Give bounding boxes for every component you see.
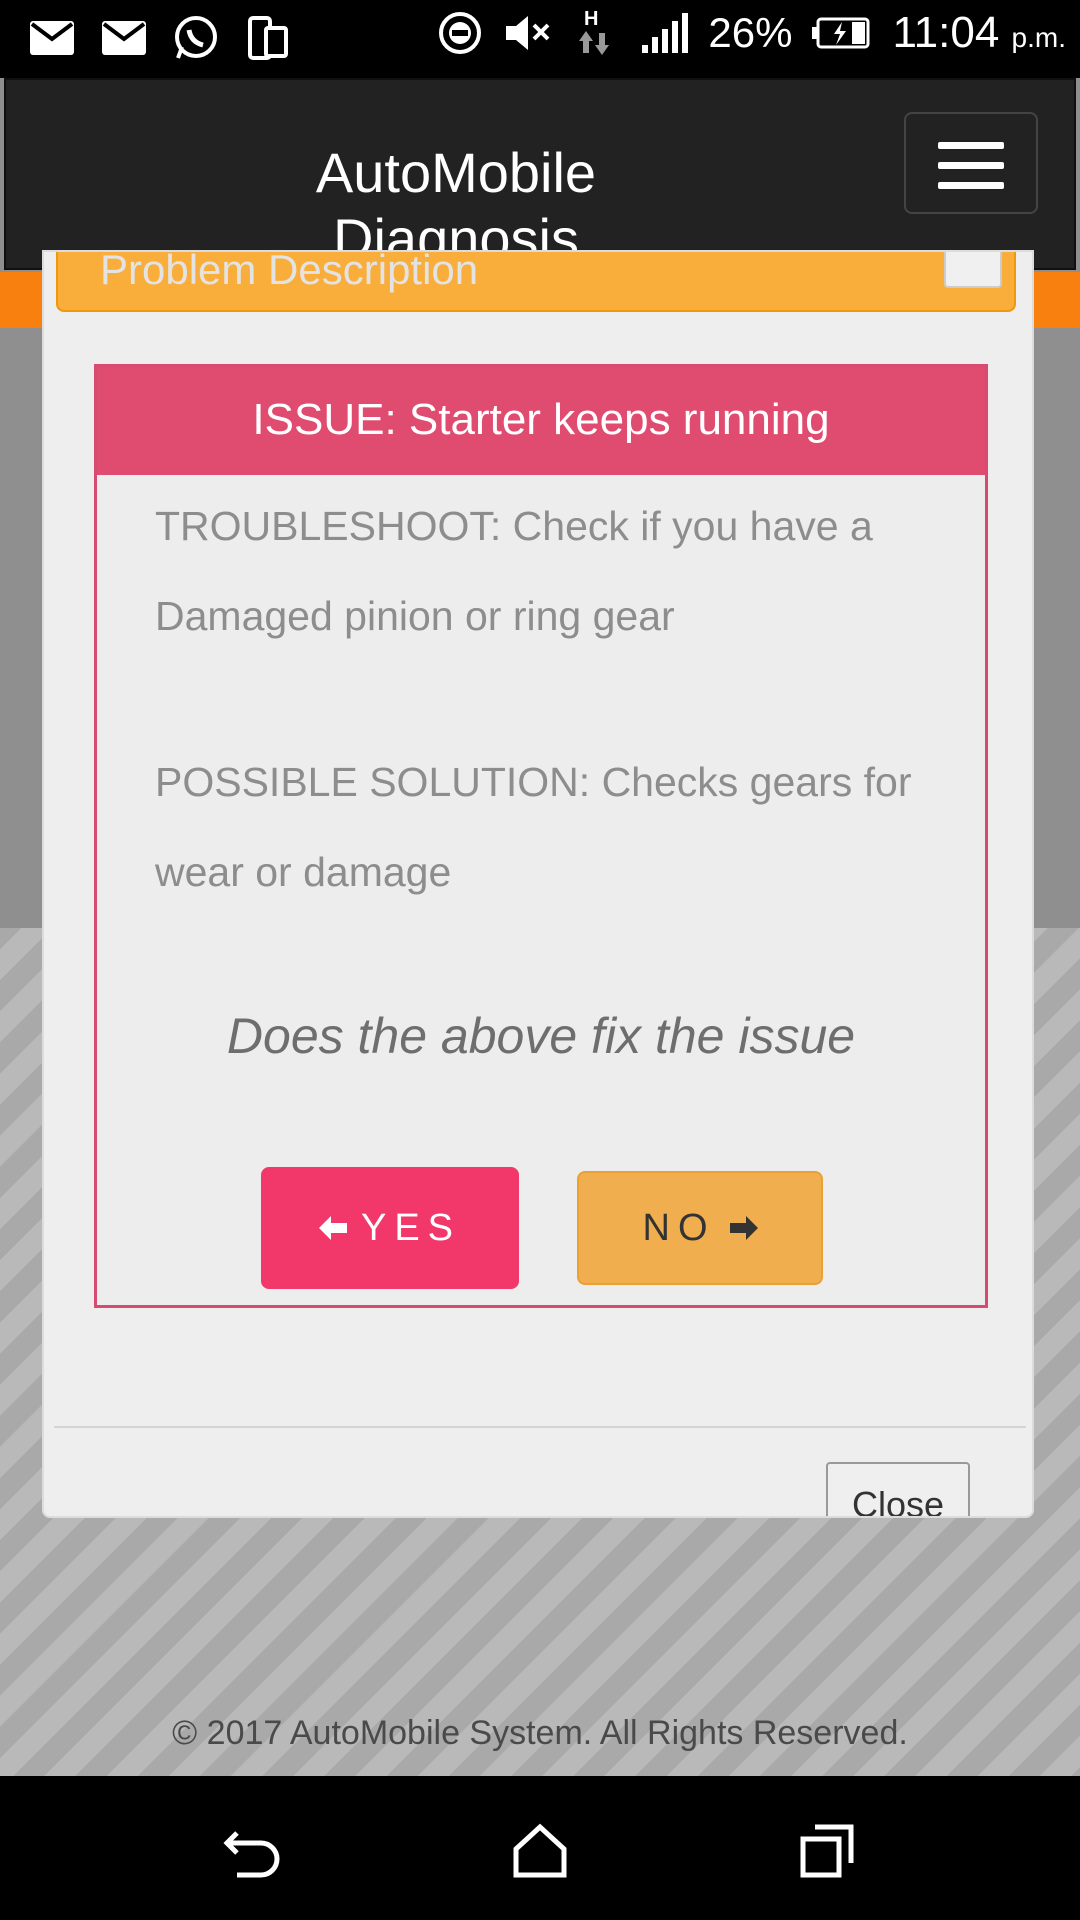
battery-percent: 26% <box>708 9 793 56</box>
network-type-icon: H <box>572 8 620 57</box>
arrow-left-icon <box>318 1216 347 1240</box>
status-bar: H 26% 11:04 p.m. <box>0 0 1080 78</box>
system-icons: H 26% 11:04 p.m. <box>436 8 1066 58</box>
menu-toggle-button[interactable] <box>904 112 1038 214</box>
gmail-icon <box>28 14 76 62</box>
close-button[interactable]: Close <box>826 1462 970 1516</box>
problem-checkbox[interactable] <box>944 252 1002 288</box>
home-icon[interactable] <box>505 1816 575 1886</box>
signal-icon <box>640 9 689 57</box>
device-icon <box>244 14 292 62</box>
fix-question: Does the above fix the issue <box>226 1008 856 1064</box>
whatsapp-icon <box>172 14 220 62</box>
footer-copyright: © 2017 AutoMobile System. All Rights Res… <box>172 1714 908 1752</box>
troubleshoot-text: TROUBLESHOOT: Check if you have a Damage… <box>155 503 873 639</box>
modal-footer-divider <box>54 1426 1026 1428</box>
arrow-right-icon <box>729 1216 758 1240</box>
issue-heading: ISSUE: Starter keeps running <box>97 367 985 475</box>
android-navigation-bar <box>0 1776 1080 1920</box>
navbar: AutoMobile Diagnosis <box>4 78 1076 270</box>
svg-text:H: H <box>584 8 598 30</box>
clock: 11:04 p.m. <box>892 8 1066 57</box>
no-button[interactable]: NO <box>577 1171 823 1285</box>
email-icon <box>100 14 148 62</box>
diagnosis-modal: Problem Description ISSUE: Starter keeps… <box>42 250 1034 1518</box>
mute-icon <box>504 9 552 57</box>
notification-icons <box>28 14 292 62</box>
battery-charging-icon <box>812 9 872 57</box>
issue-panel: ISSUE: Starter keeps running TROUBLESHOO… <box>94 364 988 1308</box>
hamburger-icon <box>938 142 1004 149</box>
problem-description-label: Problem Description <box>100 250 479 293</box>
problem-description-bar[interactable]: Problem Description <box>56 250 1016 312</box>
back-icon[interactable] <box>218 1816 288 1886</box>
possible-solution-text: POSSIBLE SOLUTION: Checks gears for wear… <box>155 759 912 895</box>
dnd-icon <box>436 9 484 57</box>
yes-button[interactable]: YES <box>261 1167 519 1289</box>
recent-apps-icon[interactable] <box>792 1816 862 1886</box>
